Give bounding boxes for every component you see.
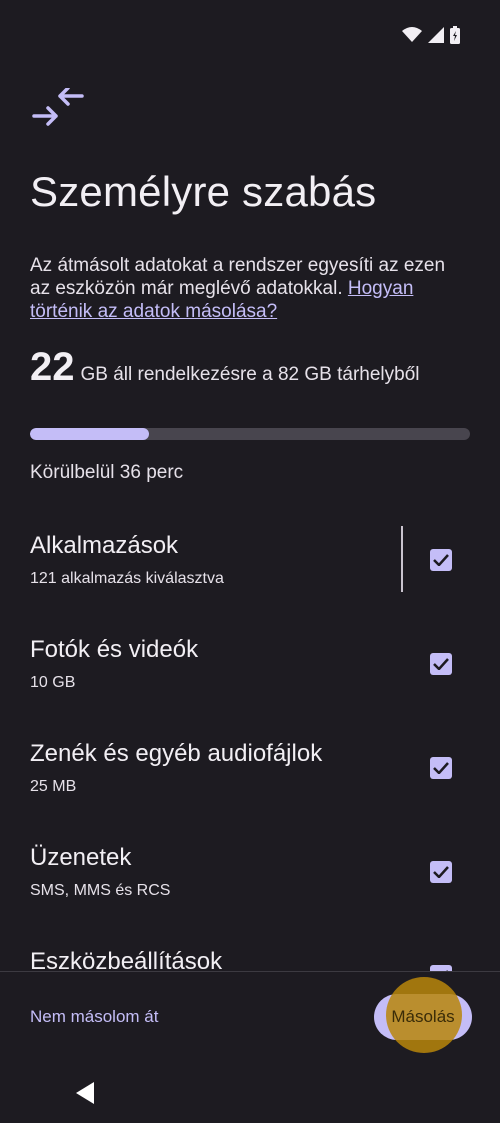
- list-item-music[interactable]: Zenék és egyéb audiofájlok 25 MB: [0, 716, 500, 820]
- transfer-arrows-icon: [32, 88, 84, 126]
- list-item-label: Fotók és videók: [30, 636, 199, 663]
- list-item-messages[interactable]: Üzenetek SMS, MMS és RCS: [0, 820, 500, 924]
- copy-button[interactable]: Másolás: [374, 977, 472, 1053]
- copy-button-label: Másolás: [391, 1007, 455, 1026]
- bottom-action-bar: Nem másolom át Másolás: [0, 971, 500, 1123]
- estimated-time: Körülbelül 36 perc: [30, 462, 184, 483]
- status-bar: [402, 24, 460, 46]
- storage-info: 22 GB áll rendelkezésre a 82 GB tárhelyb…: [30, 345, 420, 390]
- page-title: Személyre szabás: [30, 168, 377, 215]
- list-item-subtitle: 121 alkalmazás kiválasztva: [30, 570, 224, 587]
- list-item-label: Üzenetek: [30, 844, 132, 871]
- list-item-label: Eszközbeállítások: [30, 948, 223, 972]
- storage-available-value: 22: [30, 345, 75, 389]
- cellular-signal-icon: [428, 27, 444, 43]
- description: Az átmásolt adatokat a rendszer egyesíti…: [30, 254, 460, 323]
- storage-progress-bar: [30, 428, 470, 440]
- data-type-list: Alkalmazások 121 alkalmazás kiválasztva …: [0, 508, 500, 972]
- wifi-icon: [402, 27, 422, 42]
- list-item-label: Alkalmazások: [30, 532, 179, 559]
- apps-checkbox[interactable]: [430, 549, 452, 571]
- list-item-subtitle: 25 MB: [30, 778, 77, 795]
- photos-checkbox[interactable]: [430, 653, 452, 675]
- skip-button[interactable]: Nem másolom át: [30, 1007, 158, 1027]
- divider: [401, 526, 403, 592]
- list-item-subtitle: 10 GB: [30, 674, 76, 691]
- list-item-device-settings[interactable]: Eszközbeállítások: [0, 924, 500, 972]
- list-item-label: Zenék és egyéb audiofájlok: [30, 740, 323, 767]
- list-item-subtitle: SMS, MMS és RCS: [30, 882, 171, 899]
- messages-checkbox[interactable]: [430, 861, 452, 883]
- list-item-photos[interactable]: Fotók és videók 10 GB: [0, 612, 500, 716]
- checkmark-icon: [433, 866, 449, 878]
- storage-progress-fill: [30, 428, 149, 440]
- checkmark-icon: [433, 658, 449, 670]
- back-icon[interactable]: [76, 1082, 94, 1104]
- checkmark-icon: [433, 554, 449, 566]
- storage-available-text: GB áll rendelkezésre a 82 GB tárhelyből: [80, 364, 420, 385]
- checkmark-icon: [433, 762, 449, 774]
- list-item-apps[interactable]: Alkalmazások 121 alkalmazás kiválasztva: [0, 508, 500, 612]
- battery-icon: [450, 26, 460, 44]
- music-checkbox[interactable]: [430, 757, 452, 779]
